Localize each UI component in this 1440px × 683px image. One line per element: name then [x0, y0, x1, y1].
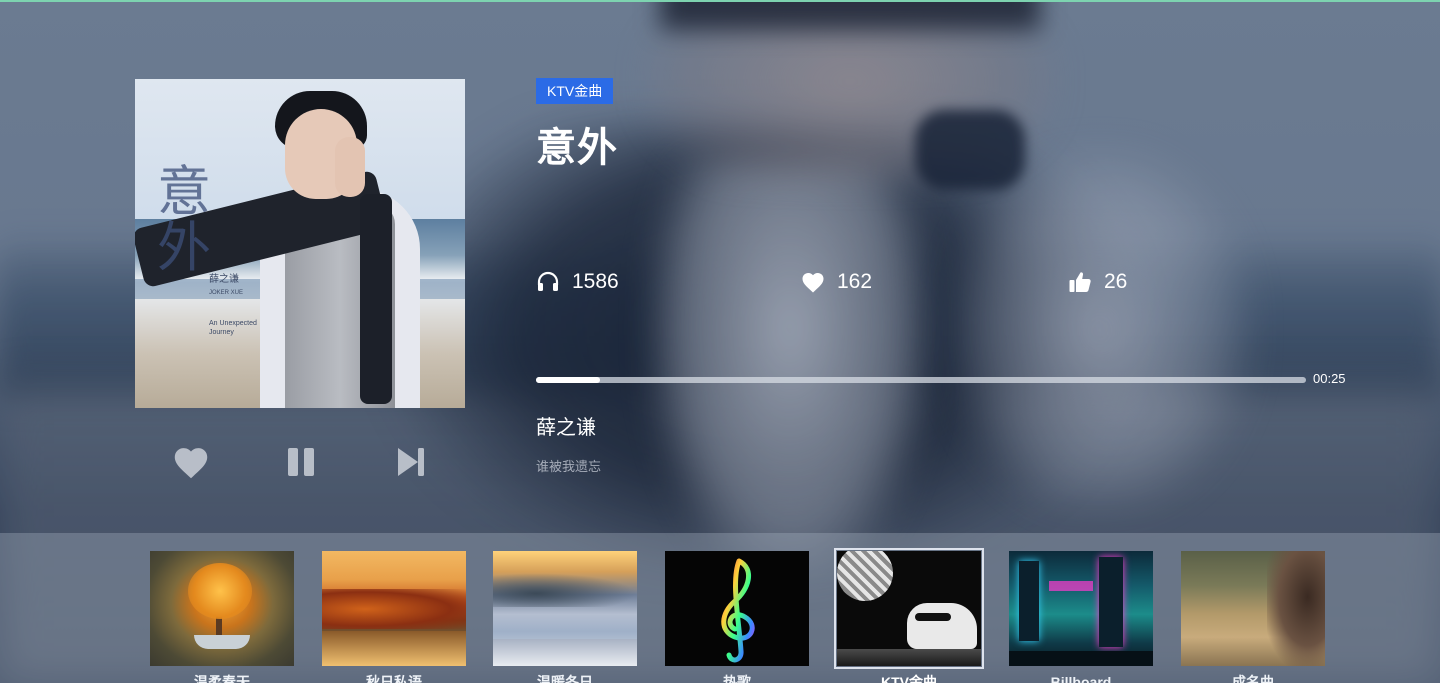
- playlist-card-hot[interactable]: 热歌: [665, 551, 809, 683]
- thumb-cow: [907, 603, 977, 649]
- pause-button[interactable]: [284, 442, 318, 482]
- play-count-value: 1586: [572, 270, 619, 293]
- thumb-sunglasses: [915, 613, 951, 621]
- thumb-autumn-trees: [322, 589, 466, 629]
- playlist-label: 成名曲: [1232, 674, 1274, 683]
- thumbs-up-count-value: 26: [1104, 270, 1128, 293]
- progress-bar[interactable]: [536, 377, 1306, 383]
- playlist-thumb: [665, 551, 809, 666]
- thumb-forest: [493, 573, 637, 607]
- thumb-frost: [493, 639, 637, 666]
- pause-icon: [288, 448, 314, 476]
- artist-name[interactable]: 薛之谦: [536, 414, 596, 442]
- skip-next-icon: [398, 448, 424, 476]
- playlist-label: 温柔春天: [194, 674, 250, 683]
- album-cover: 意外 薛之谦 JOKER XUE An Unexpected Journey: [135, 79, 465, 408]
- cover-scarf-end: [360, 194, 392, 404]
- cover-artist-name-en: JOKER XUE: [209, 290, 244, 296]
- heart-icon: [174, 448, 208, 479]
- thumb-stage: [837, 649, 981, 666]
- playlist-card-billboard[interactable]: Billboard: [1009, 551, 1153, 683]
- thumb-tree-crown: [188, 563, 252, 619]
- playlist-label: Billboard: [1050, 674, 1112, 683]
- play-count: 1586: [536, 266, 619, 298]
- thumb-building: [1099, 557, 1123, 647]
- current-lyric: 谁被我遗忘: [536, 459, 602, 474]
- song-title: 意外: [536, 126, 618, 170]
- thumb-hair: [1267, 551, 1325, 666]
- thumbs-up-icon: [1069, 272, 1091, 292]
- headphones-icon: [537, 271, 559, 291]
- cover-calligraphy: 意外: [157, 160, 211, 279]
- progress-bar-fill: [536, 377, 600, 383]
- top-accent-line: [0, 0, 1440, 2]
- playlist-label: 秋日私语: [366, 674, 422, 683]
- cover-artist-name-zh: 薛之谦: [209, 274, 239, 285]
- like-count[interactable]: 162: [801, 266, 872, 298]
- playlist-thumb: [1009, 551, 1153, 666]
- elapsed-time: 00:25: [1313, 371, 1346, 386]
- playlist-thumb: [1181, 551, 1325, 666]
- playlist-thumb: [834, 548, 984, 669]
- thumb-disco-ball: [837, 551, 893, 601]
- thumb-neon-sign: [1049, 581, 1093, 591]
- thumb-street: [1009, 651, 1153, 666]
- playlist-card-ktv[interactable]: KTV金曲: [834, 548, 984, 683]
- thumb-lake: [322, 631, 466, 666]
- treble-clef-icon: [721, 558, 755, 663]
- playlist-thumb: [322, 551, 466, 666]
- thumb-building: [1019, 561, 1039, 641]
- like-button[interactable]: [170, 442, 212, 482]
- playlist-label: 温暖冬日: [537, 674, 593, 683]
- playlist-label: 热歌: [723, 674, 751, 683]
- playlist-card-classics[interactable]: 成名曲: [1181, 551, 1325, 683]
- cover-artist-name: 薛之谦 JOKER XUE: [209, 274, 269, 299]
- playlist-card-winter[interactable]: 温暖冬日: [493, 551, 637, 683]
- playlist-card-spring[interactable]: 温柔春天: [150, 551, 294, 683]
- cover-hand: [335, 137, 365, 197]
- category-tag[interactable]: KTV金曲: [536, 78, 614, 104]
- playlist-label: KTV金曲: [881, 674, 937, 683]
- cover-subtitle: An Unexpected Journey: [209, 320, 257, 336]
- heart-icon: [802, 273, 824, 293]
- next-button[interactable]: [394, 442, 428, 482]
- playlist-thumb: [493, 551, 637, 666]
- thumb-paper-boat: [194, 635, 250, 649]
- playlist-thumb: [150, 551, 294, 666]
- playlist-card-autumn[interactable]: 秋日私语: [322, 551, 466, 683]
- thumbs-up-count[interactable]: 26: [1068, 266, 1127, 298]
- like-count-value: 162: [837, 270, 873, 293]
